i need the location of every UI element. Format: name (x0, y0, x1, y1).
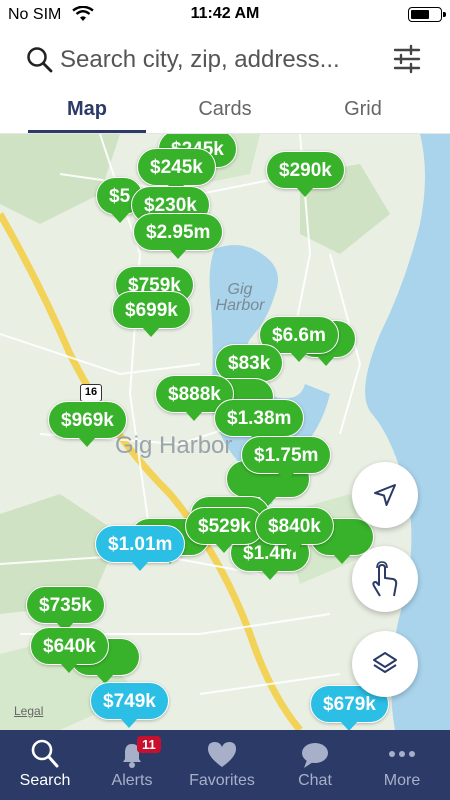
battery-icon (408, 7, 446, 22)
nav-alerts[interactable]: 11 Alerts (87, 730, 177, 800)
active-tab-indicator (28, 130, 146, 133)
listing-pin[interactable]: $640k (30, 627, 109, 673)
nav-label: Alerts (111, 772, 153, 789)
more-dots-icon (357, 738, 447, 772)
heart-icon (177, 738, 267, 772)
nav-chat[interactable]: Chat (270, 730, 360, 800)
harbor-map-label: Gig Harbor (215, 281, 265, 314)
listing-pin[interactable]: $840k (255, 507, 334, 553)
listing-pin[interactable]: $290k (266, 151, 345, 197)
search-input[interactable]: Search city, zip, address... (60, 46, 340, 74)
navigation-arrow-icon (374, 484, 396, 506)
tab-cards[interactable]: Cards (150, 98, 300, 121)
view-tabs: Map Cards Grid (0, 92, 450, 134)
search-bar[interactable]: Search city, zip, address... (0, 36, 450, 86)
map-layers-button[interactable] (352, 631, 418, 697)
listing-pin[interactable]: $1.75m (241, 436, 332, 482)
draw-search-button[interactable] (352, 546, 418, 612)
locate-me-button[interactable] (352, 462, 418, 528)
listing-pin[interactable]: $699k (112, 291, 191, 337)
nav-label: More (383, 772, 421, 789)
nav-favorites[interactable]: Favorites (177, 730, 267, 800)
chat-icon (270, 738, 360, 772)
listing-pin[interactable]: $1.38m (214, 399, 305, 445)
layers-icon (373, 652, 397, 673)
nav-more[interactable]: More (357, 730, 447, 800)
bottom-nav: Search 11 Alerts Favorites Chat More (0, 730, 450, 800)
listing-pin[interactable]: $1.01m (95, 525, 186, 571)
listing-pin[interactable]: $83k (215, 344, 284, 390)
clock: 11:42 AM (190, 5, 260, 22)
nav-label: Chat (298, 772, 332, 789)
hand-draw-icon (372, 561, 398, 597)
search-icon (26, 46, 54, 79)
highway-shield: 16 (80, 384, 102, 402)
alerts-badge: 11 (137, 736, 161, 753)
search-icon (0, 738, 90, 772)
nav-search[interactable]: Search (0, 730, 90, 800)
listing-pin[interactable]: $749k (90, 682, 169, 728)
town-map-label: Gig Harbor (115, 432, 233, 459)
legal-link[interactable]: Legal (14, 704, 43, 718)
listing-pin[interactable]: $735k (26, 586, 105, 632)
listing-pin[interactable]: $245k (137, 148, 216, 194)
tab-map[interactable]: Map (12, 98, 162, 121)
tab-grid[interactable]: Grid (288, 98, 438, 121)
filter-sliders-icon[interactable] (392, 44, 422, 79)
listing-pin[interactable]: $2.95m (133, 213, 224, 259)
nav-label: Search (19, 772, 71, 789)
nav-label: Favorites (189, 772, 255, 789)
map-view[interactable]: Gig Harbor Gig Harbor 16 $245k $245k $29… (0, 134, 450, 730)
status-bar: No SIM 11:42 AM (0, 0, 450, 30)
bell-icon (87, 738, 177, 772)
listing-pin[interactable]: $529k (185, 507, 264, 553)
listing-pin[interactable]: $969k (48, 401, 127, 447)
